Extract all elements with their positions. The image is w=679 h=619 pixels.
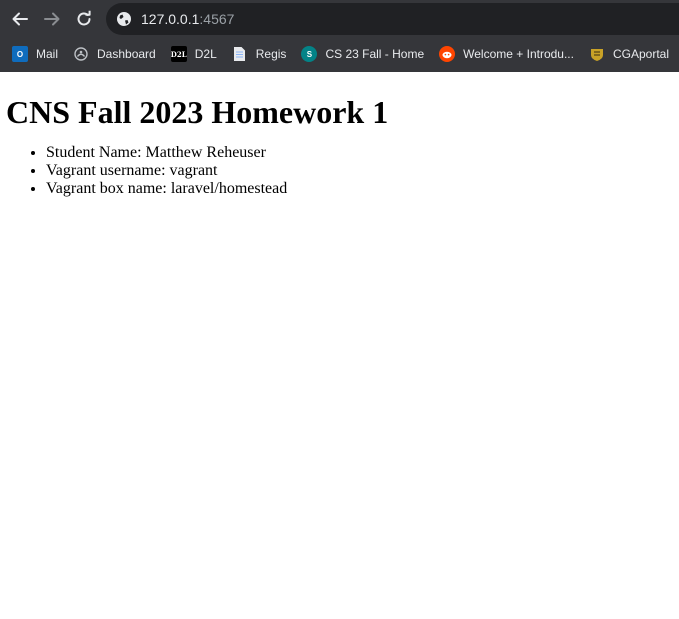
reload-icon [77,10,91,26]
bookmark-label: Welcome + Introdu... [463,47,574,61]
bookmark-d2l[interactable]: D2L D2L [170,40,217,68]
globe-icon [116,11,132,27]
bookmarks-bar: O Mail Dashboard D2L D2L Regis S CS 23 F… [0,40,679,68]
browser-toolbar: 127.0.0.1:4567 [0,0,679,37]
crest-icon [589,46,605,62]
browser-chrome: 127.0.0.1:4567 O Mail Dashboard D2L D2L [0,0,679,72]
page-title: CNS Fall 2023 Homework 1 [6,94,389,130]
back-button[interactable] [9,8,31,30]
bookmark-label: CS 23 Fall - Home [325,47,425,61]
bookmark-label: Dashboard [97,47,156,61]
bookmark-regis[interactable]: Regis [232,40,287,68]
bookmark-welcome[interactable]: Welcome + Introdu... [439,40,574,68]
reload-button[interactable] [73,8,95,30]
reddit-icon [439,46,456,62]
info-list: Student Name: Matthew Reheuser Vagrant u… [6,144,679,198]
bookmark-label: D2L [194,47,217,61]
list-item-student-name: Student Name: Matthew Reheuser [46,144,679,162]
url-text: 127.0.0.1:4567 [141,11,234,27]
dashboard-icon [73,46,89,62]
arrow-right-icon [44,12,60,26]
address-bar[interactable]: 127.0.0.1:4567 [106,3,679,35]
forward-button[interactable] [41,8,63,30]
bookmark-mail[interactable]: O Mail [12,40,58,68]
list-item-vagrant-box: Vagrant box name: laravel/homestead [46,180,679,198]
bookmark-cgaportal[interactable]: CGAportal [589,40,669,68]
url-host: 127.0.0.1 [141,11,200,27]
page-content: CNS Fall 2023 Homework 1 Student Name: M… [0,94,679,198]
list-item-vagrant-username: Vagrant username: vagrant [46,162,679,180]
outlook-icon: O [12,46,28,62]
bookmark-dashboard[interactable]: Dashboard [73,40,156,68]
bookmark-label: Mail [36,47,59,61]
url-port: :4567 [199,11,235,27]
bookmark-label: Regis [255,47,287,61]
sharepoint-icon: S [301,46,318,62]
document-icon [232,46,248,62]
arrow-left-icon [12,12,28,26]
d2l-icon: D2L [170,46,187,62]
bookmark-cs23[interactable]: S CS 23 Fall - Home [301,40,424,68]
bookmark-label: CGAportal [612,47,670,61]
